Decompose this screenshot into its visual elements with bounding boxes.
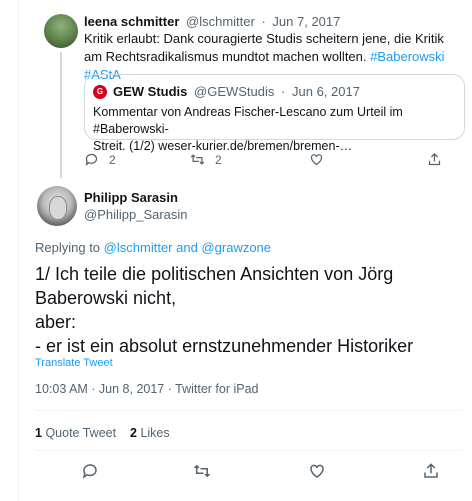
quote-tweet-label: Quote Tweet — [45, 426, 117, 440]
quote-tweets-stat[interactable]: 1 Quote Tweet — [35, 426, 120, 440]
gew-logo-avatar: G — [93, 85, 107, 99]
replying-and: and — [176, 240, 198, 255]
hashtag-link[interactable]: #Baberowski — [370, 49, 444, 64]
reply-button[interactable] — [81, 462, 99, 485]
author-name[interactable]: Philipp Sarasin — [84, 190, 178, 205]
divider — [35, 410, 462, 411]
retweet-button[interactable] — [193, 462, 211, 485]
mention-link[interactable]: @lschmitter — [104, 240, 173, 255]
quoted-tweet-date: Jun 6, 2017 — [292, 84, 360, 99]
share-icon — [424, 463, 438, 478]
quoted-author-handle: @GEWStudis — [194, 84, 275, 99]
quoted-body: Kommentar von Andreas Fischer-Lescano zu… — [93, 105, 403, 119]
share-button[interactable] — [422, 462, 440, 485]
main-tweet-actions — [35, 462, 462, 482]
divider — [35, 450, 462, 451]
quoted-tweet-card[interactable]: G GEW Studis @GEWStudis · Jun 6, 2017 Ko… — [84, 74, 465, 153]
tweet-line: 1/ Ich teile die politischen Ansichten v… — [35, 264, 394, 284]
avatar-leena-schmitter[interactable] — [44, 14, 78, 48]
author-name[interactable]: leena schmitter — [84, 14, 179, 29]
like-icon — [310, 464, 324, 478]
replying-to-line: Replying to @lschmitter and @grawzone — [35, 240, 271, 255]
reply-count: 2 — [109, 152, 116, 167]
likes-count: 2 — [130, 426, 137, 440]
likes-label: Likes — [140, 426, 170, 440]
quote-tweet-count: 1 — [35, 426, 42, 440]
retweet-icon — [190, 154, 205, 165]
retweet-count: 2 — [215, 152, 222, 167]
replying-prefix: Replying to — [35, 240, 101, 255]
reply-icon — [82, 464, 97, 479]
main-tweet-text: 1/ Ich teile die politischen Ansichten v… — [35, 262, 455, 358]
retweet-button[interactable]: 2 — [190, 152, 222, 167]
share-icon — [428, 152, 441, 166]
parent-tweet-header: leena schmitter @lschmitter · Jun 7, 201… — [84, 14, 340, 29]
parent-tweet-actions: 2 2 — [84, 152, 444, 170]
tweet-stats: 1 Quote Tweet 2 Likes — [35, 426, 170, 440]
like-icon — [310, 154, 323, 166]
like-button[interactable] — [309, 152, 324, 167]
tweet-date[interactable]: Jun 7, 2017 — [272, 14, 340, 29]
likes-stat[interactable]: 2 Likes — [130, 426, 170, 440]
translate-tweet-link[interactable]: Translate Tweet — [35, 357, 113, 369]
quoted-body-rest: Streit. (1/2) weser-kurier.de/bremen/bre… — [93, 139, 353, 153]
quoted-author-name: GEW Studis — [113, 84, 188, 99]
reply-button[interactable]: 2 — [84, 152, 116, 167]
reply-icon — [85, 153, 98, 166]
mention-link[interactable]: @grawzone — [201, 240, 271, 255]
thread-connector-line — [60, 52, 62, 178]
retweet-icon — [193, 464, 211, 478]
avatar-philipp-sarasin[interactable] — [37, 186, 77, 226]
tweet-timestamp[interactable]: 10:03 AM · Jun 8, 2017 · Twitter for iPa… — [35, 382, 259, 396]
tweet-line: aber: — [35, 312, 77, 332]
quoted-tweet-header: GEW Studis @GEWStudis · Jun 6, 2017 — [113, 84, 360, 99]
author-handle[interactable]: @lschmitter — [186, 14, 255, 29]
quoted-hashtag: #Baberowski- — [93, 122, 169, 136]
author-handle[interactable]: @Philipp_Sarasin — [84, 207, 188, 222]
share-button[interactable] — [427, 152, 442, 167]
tweet-line: - er ist ein absolut ernstzunehmender Hi… — [35, 336, 414, 356]
tweet-line: Baberowski nicht, — [35, 288, 177, 308]
quoted-tweet-text: Kommentar von Andreas Fischer-Lescano zu… — [93, 104, 458, 155]
avatar-face — [49, 196, 67, 220]
separator-dot: · — [261, 14, 266, 29]
like-button[interactable] — [308, 462, 326, 485]
separator-dot: · — [281, 84, 286, 99]
